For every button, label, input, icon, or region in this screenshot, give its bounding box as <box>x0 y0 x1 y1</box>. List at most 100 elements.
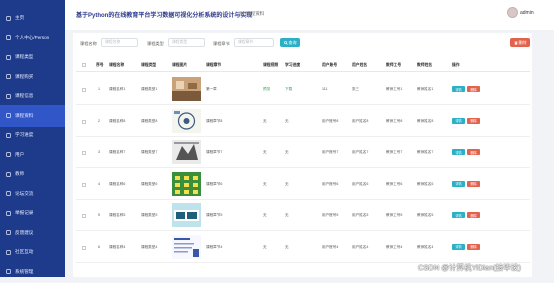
course-video: 无 <box>263 150 267 155</box>
row-delete-button[interactable]: 删除 <box>467 244 480 250</box>
detail-button[interactable]: 详情 <box>452 86 465 92</box>
search-label-type: 课程类型 <box>147 41 164 47</box>
row-checkbox[interactable] <box>82 151 86 155</box>
teacher-name: 教师姓名6 <box>417 182 433 187</box>
study-progress: 无 <box>285 119 289 124</box>
sidebar-item-label: 系统管理 <box>15 269 33 275</box>
course-image <box>172 140 201 164</box>
course-chapter: 第一章 <box>206 87 217 92</box>
user-account: 用户账号8 <box>322 119 338 124</box>
detail-button[interactable]: 详情 <box>452 118 465 124</box>
table-row: 1课程名称1课程类型1第一章预览下载111张三教师工号1教师姓名1详情删除 <box>76 74 530 105</box>
row-delete-label: 删除 <box>470 150 476 155</box>
watermark: CSDN @计算机YiDian(接毕设) <box>418 262 521 273</box>
column-header: 教师工号 <box>386 63 401 68</box>
column-header: 课程视频 <box>263 63 278 68</box>
column-header: 教师姓名 <box>417 63 432 68</box>
row-delete-button[interactable]: 删除 <box>467 149 480 155</box>
column-header: 学习进度 <box>285 63 300 68</box>
course-chapter: 课程章节6 <box>206 182 222 187</box>
row-delete-label: 删除 <box>470 87 476 92</box>
avatar[interactable] <box>507 7 518 18</box>
teacher-name: 教师姓名1 <box>417 87 433 92</box>
row-number: 2 <box>98 119 100 123</box>
sidebar-item-label: 个人中心/Person <box>15 35 49 41</box>
username[interactable]: admin <box>520 10 534 16</box>
study-progress: 无 <box>285 213 289 218</box>
course-type: 课程类型1 <box>141 87 157 92</box>
row-number: 3 <box>98 150 100 154</box>
user-account: 111 <box>322 87 327 91</box>
sidebar-item-label: 社区互动 <box>15 249 33 255</box>
user-name: 张三 <box>352 87 359 92</box>
detail-button-label: 详情 <box>455 87 461 92</box>
user-account: 用户账号5 <box>322 213 338 218</box>
course-image <box>172 172 201 196</box>
detail-button-label: 详情 <box>455 244 461 249</box>
batch-delete-label: 删除 <box>519 40 527 46</box>
teacher-id: 教师工号1 <box>386 87 402 92</box>
row-delete-label: 删除 <box>470 118 476 123</box>
course-video: 无 <box>263 213 267 218</box>
course-type: 课程类型5 <box>141 213 157 218</box>
progress-icon <box>6 133 11 138</box>
search-button[interactable]: 查询 <box>280 38 300 47</box>
course-image <box>172 235 201 259</box>
breadcrumb: 课程资料 <box>246 11 264 17</box>
course-name: 课程名称8 <box>109 119 125 124</box>
sidebar-item-label: 课程类型 <box>15 54 33 60</box>
detail-button[interactable]: 详情 <box>452 212 465 218</box>
course-video: 无 <box>263 245 267 250</box>
detail-button-label: 详情 <box>455 181 461 186</box>
row-delete-button[interactable]: 删除 <box>467 86 480 92</box>
table-row: 2课程名称8课程类型8课程章节8无无用户账号8用户姓名8教师工号8教师姓名8详情… <box>76 106 530 137</box>
teacher-name: 教师姓名8 <box>417 119 433 124</box>
course-video: 无 <box>263 119 267 124</box>
course-type: 课程类型8 <box>141 119 157 124</box>
row-checkbox[interactable] <box>82 120 86 124</box>
row-delete-button[interactable]: 删除 <box>467 212 480 218</box>
course-video[interactable]: 预览 <box>263 87 270 92</box>
list-icon <box>6 55 11 60</box>
course-chapter: 课程章节8 <box>206 119 222 124</box>
course-type-input[interactable]: 课程类型 <box>168 38 205 47</box>
row-delete-button[interactable]: 删除 <box>467 118 480 124</box>
batch-delete-button[interactable]: 删除 <box>510 38 530 47</box>
column-header: 操作 <box>452 63 460 68</box>
course-name-input[interactable]: 课程名称 <box>101 38 138 47</box>
sidebar-item-14[interactable]: 系统管理 <box>0 261 65 283</box>
user-name: 用户姓名4 <box>352 245 368 250</box>
course-name: 课程名称1 <box>109 87 125 92</box>
row-delete-button[interactable]: 删除 <box>467 181 480 187</box>
row-checkbox[interactable] <box>82 88 86 92</box>
select-all-checkbox[interactable] <box>82 63 86 67</box>
row-checkbox[interactable] <box>82 246 86 250</box>
row-number: 4 <box>98 182 100 186</box>
detail-button[interactable]: 详情 <box>452 244 465 250</box>
detail-button[interactable]: 详情 <box>452 181 465 187</box>
course-chapter-input[interactable]: 课程章节 <box>234 38 274 47</box>
sidebar-item-label: 学习进度 <box>15 132 33 138</box>
sidebar-item-label: 教师 <box>15 171 24 177</box>
user-icon <box>6 35 11 40</box>
teacher-icon <box>6 172 11 177</box>
teacher-name: 教师姓名5 <box>417 213 433 218</box>
flag-icon <box>6 211 11 216</box>
row-delete-label: 删除 <box>470 213 476 218</box>
settings-icon <box>6 269 11 274</box>
teacher-id: 教师工号8 <box>386 119 402 124</box>
study-progress[interactable]: 下载 <box>285 87 292 92</box>
detail-button[interactable]: 详情 <box>452 149 465 155</box>
sidebar-item-label: 反馈建议 <box>15 230 33 236</box>
sidebar-item-label: 课程信息 <box>15 93 33 99</box>
teacher-id: 教师工号7 <box>386 150 402 155</box>
search-label-chapter: 课程章节 <box>213 41 230 47</box>
row-checkbox[interactable] <box>82 183 86 187</box>
column-header: 用户账号 <box>322 63 337 68</box>
teacher-name: 教师姓名7 <box>417 150 433 155</box>
row-checkbox[interactable] <box>82 214 86 218</box>
course-image <box>172 77 201 101</box>
course-chapter: 课程章节4 <box>206 245 222 250</box>
course-type: 课程类型7 <box>141 150 157 155</box>
column-header: 序号 <box>96 63 104 68</box>
